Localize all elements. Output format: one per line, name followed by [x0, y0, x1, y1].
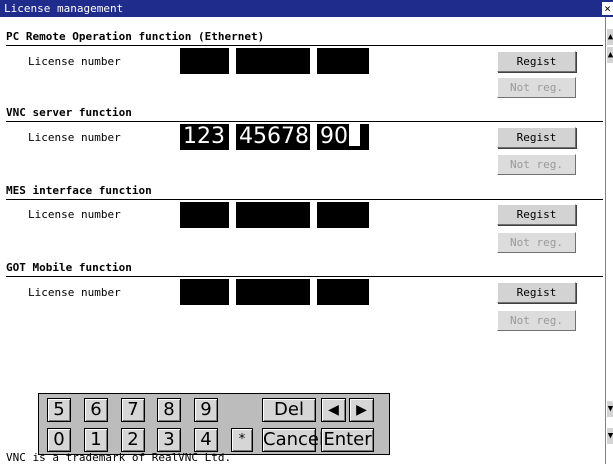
key-4[interactable]: 4	[194, 428, 218, 452]
title-bar: License management ×	[0, 0, 613, 17]
key-1[interactable]: 1	[84, 428, 108, 452]
license-field-1[interactable]	[180, 279, 229, 305]
vertical-scrollbar[interactable]: ▲ ▲ ▼ ▼	[605, 17, 613, 464]
page-down-icon[interactable]: ▼	[607, 428, 613, 444]
regist-button[interactable]: Regist	[497, 51, 576, 72]
key-8[interactable]: 8	[157, 398, 181, 422]
key-7[interactable]: 7	[121, 398, 145, 422]
not-reg-button: Not reg.	[497, 77, 576, 98]
license-number-label: License number	[28, 131, 121, 144]
license-field-3-active[interactable]: 90	[317, 124, 369, 150]
license-field-1[interactable]	[180, 202, 229, 228]
license-number-label: License number	[28, 286, 121, 299]
page-up-icon[interactable]: ▲	[607, 29, 613, 45]
not-reg-button: Not reg.	[497, 154, 576, 175]
key-5[interactable]: 5	[47, 398, 71, 422]
license-number-label: License number	[28, 208, 121, 221]
regist-button[interactable]: Regist	[497, 127, 576, 148]
section-title-mes: MES interface function	[6, 184, 152, 197]
section-divider	[6, 121, 603, 122]
license-field-3[interactable]	[317, 279, 369, 305]
text-cursor	[349, 124, 360, 146]
license-field-3-value: 90	[320, 124, 348, 149]
numeric-keypad: 5 6 7 8 9 Del ◀ ▶ 0 1 2 3 4 * Cancel Ent…	[38, 393, 390, 455]
key-3[interactable]: 3	[157, 428, 181, 452]
enter-key[interactable]: Enter	[321, 428, 374, 452]
scroll-up-icon[interactable]: ▲	[607, 47, 613, 63]
license-field-1[interactable]	[180, 48, 229, 74]
license-field-1[interactable]: 123	[180, 124, 229, 150]
not-reg-button: Not reg.	[497, 232, 576, 253]
license-field-2[interactable]	[236, 202, 310, 228]
section-title-pc-remote: PC Remote Operation function (Ethernet)	[6, 30, 265, 43]
cancel-key[interactable]: Cancel	[262, 428, 324, 452]
license-field-3[interactable]	[317, 48, 369, 74]
key-6[interactable]: 6	[84, 398, 108, 422]
license-field-3[interactable]	[317, 202, 369, 228]
license-field-2[interactable]: 45678	[236, 124, 310, 150]
section-divider	[6, 45, 603, 46]
regist-button[interactable]: Regist	[497, 282, 576, 303]
license-field-2[interactable]	[236, 279, 310, 305]
not-reg-button: Not reg.	[497, 310, 576, 331]
section-title-vnc: VNC server function	[6, 106, 132, 119]
cursor-left-icon[interactable]: ◀	[321, 398, 346, 422]
section-divider	[6, 199, 603, 200]
cursor-right-icon[interactable]: ▶	[349, 398, 374, 422]
license-number-label: License number	[28, 55, 121, 68]
key-0[interactable]: 0	[47, 428, 71, 452]
key-9[interactable]: 9	[194, 398, 218, 422]
key-2[interactable]: 2	[121, 428, 145, 452]
del-key[interactable]: Del	[262, 398, 316, 422]
scroll-down-icon[interactable]: ▼	[607, 401, 613, 417]
section-divider	[6, 276, 603, 277]
close-icon[interactable]: ×	[602, 2, 613, 15]
key-asterisk[interactable]: *	[231, 428, 253, 452]
regist-button[interactable]: Regist	[497, 204, 576, 225]
section-title-got-mobile: GOT Mobile function	[6, 261, 132, 274]
window-title: License management	[4, 2, 124, 15]
license-field-2[interactable]	[236, 48, 310, 74]
trademark-notice: VNC is a trademark of RealVNC Ltd.	[6, 451, 232, 464]
